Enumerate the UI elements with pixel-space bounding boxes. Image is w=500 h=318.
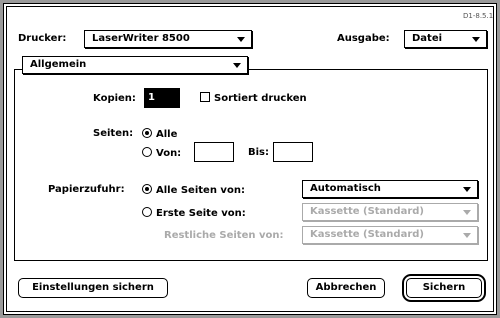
chevron-down-icon: [237, 37, 245, 42]
pages-to-label: Bis:: [248, 147, 270, 158]
save-settings-button[interactable]: Einstellungen sichern: [18, 278, 168, 298]
radio-selected-icon[interactable]: [142, 184, 152, 194]
copies-label: Kopien:: [93, 93, 136, 104]
first-page-radio[interactable]: Erste Seite von:: [142, 207, 246, 219]
pages-all-radio[interactable]: Alle: [142, 128, 177, 140]
version-label: D1-8.5.1: [463, 12, 494, 20]
printer-popup[interactable]: LaserWriter 8500: [84, 30, 252, 48]
pages-to-input[interactable]: [273, 142, 313, 162]
pages-label: Seiten:: [93, 128, 134, 139]
pages-from-radio[interactable]: Von:: [142, 147, 181, 159]
section-popup[interactable]: Allgemein: [22, 56, 248, 74]
collate-label: Sortiert drucken: [214, 93, 307, 104]
pages-all-label: Alle: [156, 129, 178, 140]
collate-checkbox[interactable]: Sortiert drucken: [200, 92, 307, 104]
paper-source-label: Papierzufuhr:: [48, 184, 125, 195]
collate-checkbox-box[interactable]: [200, 92, 210, 102]
first-page-label: Erste Seite von:: [156, 208, 246, 219]
chevron-down-icon: [463, 233, 471, 238]
chevron-down-icon: [472, 37, 480, 42]
chevron-down-icon: [463, 187, 471, 192]
radio-icon[interactable]: [142, 147, 152, 157]
all-pages-label: Alle Seiten von:: [156, 185, 245, 196]
pages-from-label: Von:: [156, 148, 182, 159]
radio-selected-icon[interactable]: [142, 128, 152, 138]
remaining-pages-popup[interactable]: Kassette (Standard): [302, 226, 478, 244]
output-popup[interactable]: Datei: [404, 30, 487, 48]
remaining-pages-label: Restliche Seiten von:: [164, 230, 284, 241]
first-page-popup-value: Kassette (Standard): [310, 206, 424, 217]
print-dialog: D1-8.5.1 Drucker: LaserWriter 8500 Ausga…: [3, 3, 497, 315]
printer-popup-value: LaserWriter 8500: [92, 33, 190, 44]
copies-input[interactable]: 1: [144, 88, 180, 108]
pages-from-input[interactable]: [194, 142, 234, 162]
printer-label: Drucker:: [18, 33, 67, 44]
all-pages-popup-value: Automatisch: [310, 183, 381, 194]
cancel-button[interactable]: Abbrechen: [307, 278, 385, 298]
all-pages-popup[interactable]: Automatisch: [302, 180, 478, 198]
remaining-pages-popup-value: Kassette (Standard): [310, 229, 424, 240]
chevron-down-icon: [233, 63, 241, 68]
all-pages-radio[interactable]: Alle Seiten von:: [142, 184, 245, 196]
output-popup-value: Datei: [412, 33, 443, 44]
output-label: Ausgabe:: [337, 33, 390, 44]
chevron-down-icon: [463, 210, 471, 215]
radio-icon[interactable]: [142, 207, 152, 217]
first-page-popup[interactable]: Kassette (Standard): [302, 203, 478, 221]
section-popup-value: Allgemein: [30, 59, 87, 70]
save-button[interactable]: Sichern: [402, 274, 486, 302]
